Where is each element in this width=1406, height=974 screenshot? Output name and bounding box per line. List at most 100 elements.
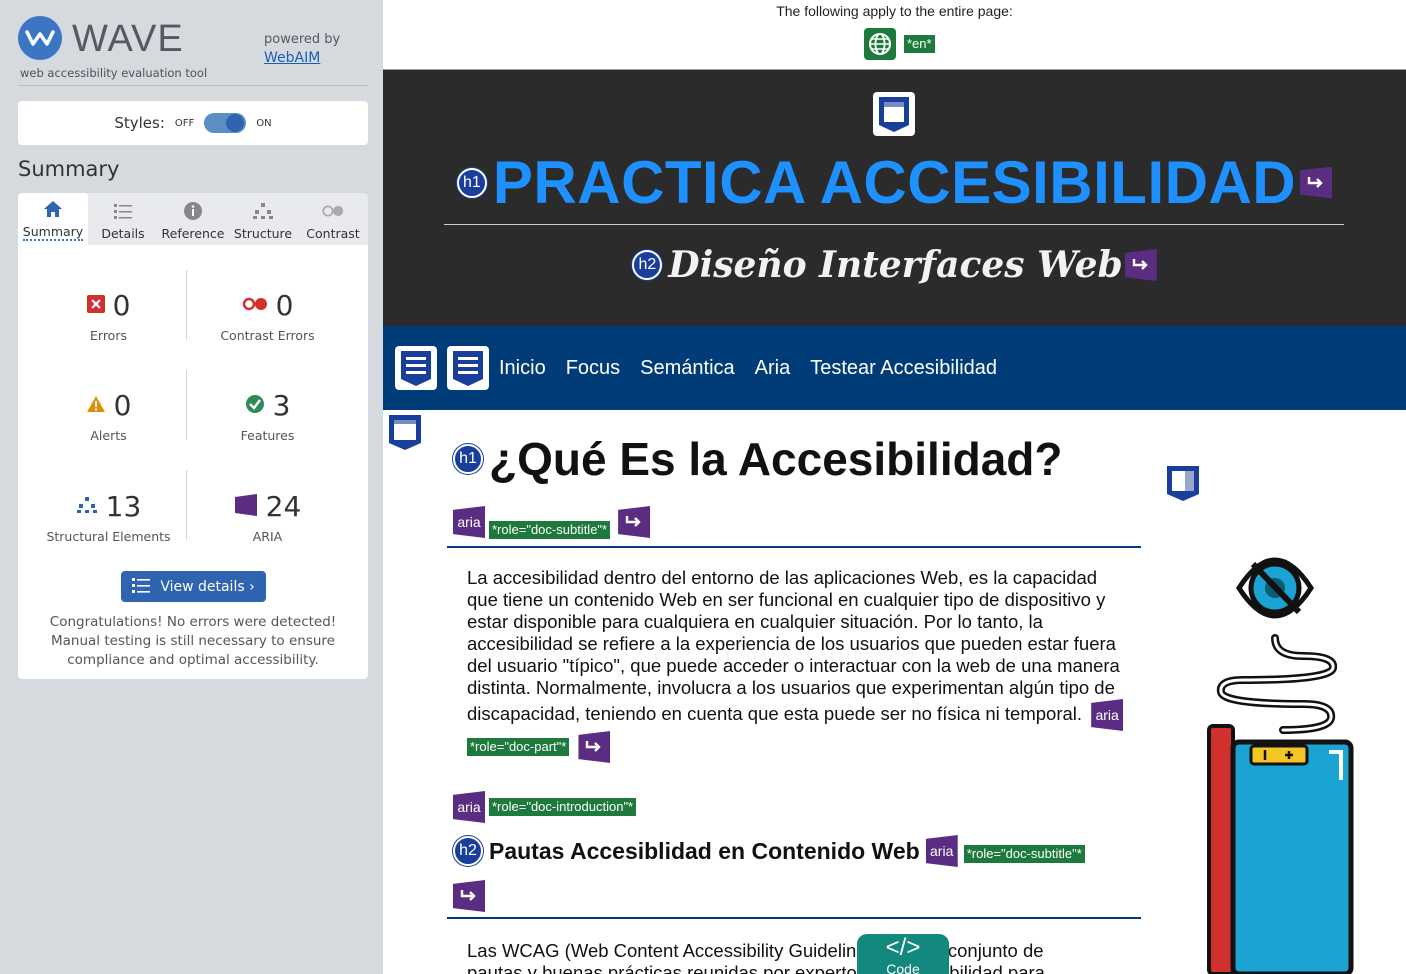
- styles-toggle-switch[interactable]: [204, 113, 247, 133]
- view-details-label: View details ›: [160, 578, 255, 595]
- structural-count: 13: [105, 490, 142, 523]
- nav-region-icon[interactable]: [395, 346, 437, 390]
- stat-errors[interactable]: 0 Errors: [21, 289, 196, 343]
- intro-paragraph: La accesibilidad dentro del entorno de l…: [467, 567, 1127, 763]
- role-tag: *role="doc-subtitle"*: [963, 845, 1085, 863]
- header-region-icon[interactable]: [873, 92, 915, 136]
- aria-badge-icon[interactable]: aria: [925, 835, 958, 867]
- link-arrow-icon[interactable]: [578, 731, 611, 763]
- stat-aria[interactable]: 24 ARIA: [180, 490, 355, 544]
- aside-region-icon[interactable]: [1165, 464, 1201, 507]
- h1-badge-icon[interactable]: h1: [453, 444, 483, 474]
- styles-toggle-box: Styles: OFF ON: [18, 101, 368, 145]
- section-heading: Pautas Accesiblidad en Contenido Web: [489, 837, 920, 864]
- site-title: PRACTICA ACCESIBILIDAD: [492, 149, 1297, 216]
- nav-link-semantica[interactable]: Semántica: [640, 357, 735, 380]
- alert-icon: [86, 395, 106, 417]
- main-heading: ¿Qué Es la Accesibilidad?: [489, 433, 1063, 485]
- features-label: Features: [240, 428, 295, 443]
- nav-link-inicio[interactable]: Inicio: [499, 357, 546, 380]
- role-tag: *role="doc-introduction"*: [489, 798, 637, 816]
- globe-icon[interactable]: [864, 28, 896, 60]
- h1-badge-icon[interactable]: h1: [456, 167, 487, 198]
- page-language: *en*: [864, 28, 935, 60]
- aria-label: ARIA: [252, 529, 283, 544]
- tab-reference[interactable]: Reference: [158, 193, 228, 245]
- header-divider: [444, 224, 1344, 225]
- contrast-errors-count: 0: [275, 289, 294, 322]
- toggle-knob: [226, 114, 245, 132]
- structure-icon: [252, 200, 274, 222]
- view-details-button[interactable]: View details ›: [121, 571, 266, 602]
- feature-icon: [245, 394, 265, 418]
- list-region-icon[interactable]: [447, 346, 489, 390]
- wave-logo-icon: [18, 16, 62, 60]
- styles-label: Styles:: [114, 114, 165, 132]
- features-count: 3: [272, 389, 291, 422]
- code-panel-button[interactable]: </> Code: [857, 934, 949, 974]
- errors-label: Errors: [90, 328, 127, 343]
- contrast-errors-label: Contrast Errors: [220, 328, 315, 343]
- aria-badge-icon[interactable]: aria: [453, 506, 485, 538]
- stat-structural-elements[interactable]: 13 Structural Elements: [21, 490, 196, 544]
- webaim-link[interactable]: WebAIM: [264, 50, 320, 66]
- link-arrow-icon[interactable]: [1300, 166, 1333, 199]
- nav-link-aria[interactable]: Aria: [755, 357, 791, 380]
- accessibility-illustration-icon: [1207, 557, 1354, 974]
- nav-link-focus[interactable]: Focus: [566, 357, 620, 380]
- tab-label: Summary: [22, 224, 84, 241]
- introduction-aria-row: aria *role="doc-introduction"*: [453, 791, 637, 823]
- content-divider: [447, 546, 1141, 548]
- stat-features[interactable]: 3 Features: [180, 389, 355, 443]
- code-label: Code: [886, 961, 920, 974]
- alerts-label: Alerts: [90, 428, 127, 443]
- list-icon: [112, 200, 134, 222]
- page-notice: The following apply to the entire page:: [776, 3, 1013, 19]
- congrats-message: Congratulations! No errors were detected…: [49, 614, 337, 668]
- role-tag: *role="doc-part"*: [467, 738, 570, 756]
- code-icon: </>: [885, 934, 921, 961]
- wave-title: WAVE: [72, 18, 184, 60]
- intro-text: La accesibilidad dentro del entorno de l…: [467, 567, 1120, 724]
- header-title-row: h1 PRACTICA ACCESIBILIDAD: [383, 148, 1406, 217]
- styles-off-label: OFF: [174, 117, 195, 129]
- contrast-error-icon: [242, 296, 268, 315]
- tab-structure[interactable]: Structure: [228, 193, 298, 245]
- wave-tab-bar: Summary Details Reference Structure Cont…: [18, 193, 368, 245]
- stat-contrast-errors[interactable]: 0 Contrast Errors: [180, 289, 355, 343]
- site-subtitle: Diseño Interfaces Web: [668, 244, 1123, 286]
- aria-badge-icon[interactable]: aria: [1091, 699, 1124, 731]
- summary-heading: Summary: [18, 157, 120, 181]
- page-preview: The following apply to the entire page: …: [383, 0, 1406, 974]
- list-icon: [132, 577, 151, 597]
- wcag-paragraph: Las WCAG (Web Content Accessibility Guid…: [467, 940, 1045, 974]
- tab-label: Contrast: [306, 226, 360, 241]
- link-arrow-icon[interactable]: [453, 880, 485, 912]
- section-heading-row: h2 Pautas Accesiblidad en Contenido Web …: [453, 835, 1085, 867]
- home-icon: [42, 198, 64, 220]
- subtitle-aria-row: aria *role="doc-subtitle"*: [453, 505, 651, 539]
- aria-badge-icon[interactable]: aria: [453, 791, 485, 823]
- h2-badge-icon[interactable]: h2: [453, 836, 483, 866]
- error-icon: [86, 294, 105, 317]
- structural-label: Structural Elements: [46, 529, 171, 544]
- nav-link-testear[interactable]: Testear Accesibilidad: [810, 357, 997, 380]
- errors-count: 0: [112, 289, 131, 322]
- tab-label: Structure: [233, 226, 293, 241]
- header-subtitle-row: h2 Diseño Interfaces Web: [383, 244, 1406, 286]
- alerts-count: 0: [113, 389, 132, 422]
- h2-badge-icon[interactable]: h2: [632, 250, 663, 280]
- sidebar-divider: [18, 85, 368, 86]
- lang-tag: *en*: [904, 35, 935, 53]
- site-nav: Inicio Focus Semántica Aria Testear Acce…: [383, 326, 1406, 410]
- structure-icon: [76, 496, 98, 518]
- tab-label: Reference: [161, 226, 225, 241]
- tab-contrast[interactable]: Contrast: [298, 193, 368, 245]
- main-region-icon[interactable]: [387, 413, 423, 456]
- summary-panel: 0 Errors 0 Contrast Errors 0 Alerts 3 Fe…: [18, 245, 368, 679]
- tab-details[interactable]: Details: [88, 193, 158, 245]
- tab-summary[interactable]: Summary: [18, 193, 88, 245]
- link-arrow-icon[interactable]: [618, 506, 651, 538]
- link-arrow-icon[interactable]: [1124, 249, 1157, 281]
- stat-alerts[interactable]: 0 Alerts: [21, 389, 196, 443]
